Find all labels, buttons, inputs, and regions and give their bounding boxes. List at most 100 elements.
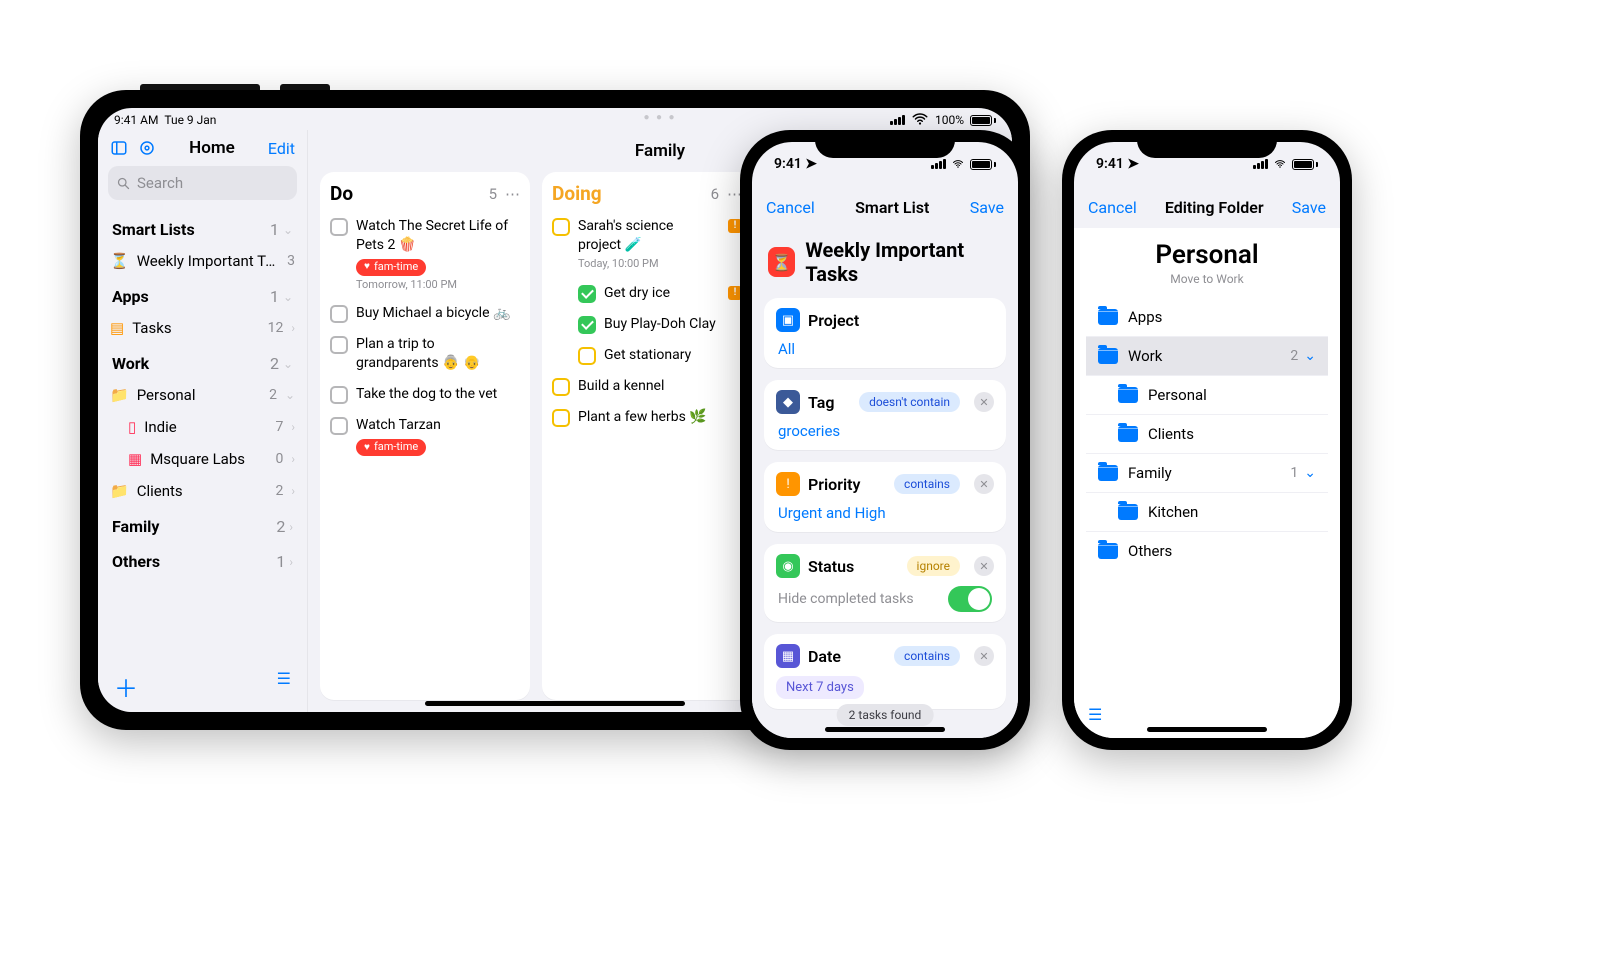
task-row[interactable]: Watch The Secret Life of Pets 2 🍿♥fam-ti… [330,211,520,298]
clear-icon[interactable]: ✕ [974,392,994,412]
section-family[interactable]: Family2› [104,507,301,542]
search-input[interactable]: Search [108,166,297,200]
hourglass-icon: ⏳ [768,247,795,277]
task-row[interactable]: Plan a trip to grandparents 👵 👴 [330,329,520,379]
battery-icon [970,115,996,126]
filter-priority[interactable]: !Prioritycontains✕ Urgent and High [764,462,1006,532]
cancel-button[interactable]: Cancel [766,198,815,217]
chevron-right-icon: › [289,555,293,569]
more-icon[interactable]: ⋯ [505,185,520,203]
iphone-smartlist: 9:41 ➤ Cancel Smart List Save ⏳Weekly Im… [740,130,1030,750]
subtask-row[interactable]: Get stationary [552,340,742,371]
folder-title[interactable]: Personal [1086,234,1328,272]
list-style-icon[interactable]: ☰ [277,669,291,704]
checkbox-checked[interactable] [578,316,596,334]
folder-icon [1118,504,1138,520]
section-others[interactable]: Others1› [104,542,301,577]
date-icon: ▦ [776,644,800,668]
clear-icon[interactable]: ✕ [974,646,994,666]
heart-icon: ♥ [364,260,370,274]
folder-icon: 📁 [110,482,129,500]
chevron-down-icon: ⌄ [1304,348,1316,364]
wifi-icon [911,110,929,131]
sidebar-item-clients[interactable]: 📁Clients2› [104,475,301,507]
add-button[interactable]: ＋ [114,669,138,704]
section-apps[interactable]: Apps1⌄ [104,277,301,312]
home-indicator[interactable] [425,701,685,706]
tag-famtime[interactable]: ♥fam-time [356,439,426,456]
cancel-button[interactable]: Cancel [1088,198,1137,217]
sidebar-item-msquare[interactable]: ▦Msquare Labs0› [104,443,301,475]
folder-icon [1118,426,1138,442]
status-time: 9:41 AM [114,113,158,127]
condition-pill[interactable]: contains [894,646,960,666]
checkbox[interactable] [330,386,348,404]
org-icon: ▦ [128,450,142,468]
location-icon: ➤ [805,156,817,172]
date-chip[interactable]: Next 7 days [776,676,864,699]
sidebar-item-indie[interactable]: ▯Indie7› [104,411,301,443]
ipad-status-bar: 9:41 AM Tue 9 Jan 100% [98,108,1012,130]
filter-project[interactable]: ▣Project All [764,298,1006,368]
cellular-icon [931,159,946,169]
tag-famtime[interactable]: ♥fam-time [356,259,426,276]
edit-button[interactable]: Edit [268,139,295,158]
filter-date[interactable]: ▦Datecontains✕ Next 7 days [764,634,1006,709]
folder-row-others[interactable]: Others [1086,531,1328,570]
checkbox[interactable] [330,218,348,236]
save-button[interactable]: Save [970,198,1004,217]
clear-icon[interactable]: ✕ [974,556,994,576]
folder-row-family[interactable]: Family1⌄ [1086,453,1328,492]
grabber-icon[interactable]: ● ● ● [643,112,676,123]
cellular-icon [890,115,905,125]
task-row[interactable]: Build a kennel [552,371,742,402]
folder-row-apps[interactable]: Apps [1086,298,1328,336]
save-button[interactable]: Save [1292,198,1326,217]
checkbox[interactable] [330,336,348,354]
home-indicator[interactable] [1147,727,1267,732]
column-title: Doing [552,182,602,205]
folder-row-work[interactable]: Work2⌄ [1086,336,1328,375]
sidebar-item-tasks[interactable]: ▤Tasks12› [104,312,301,344]
location-icon: ➤ [1127,156,1139,172]
sidebar-item-weekly-important[interactable]: ⏳Weekly Important Tasks3 [104,245,301,277]
list-style-icon[interactable]: ☰ [1088,705,1102,724]
checkbox[interactable] [552,378,570,396]
sidebar-toggle-icon[interactable] [110,139,128,157]
filter-tag[interactable]: ◆Tagdoesn't contain✕ groceries [764,380,1006,450]
folder-row-clients[interactable]: Clients [1086,414,1328,453]
task-row[interactable]: Take the dog to the vet [330,379,520,410]
home-indicator[interactable] [825,727,945,732]
hide-completed-toggle[interactable] [948,586,992,612]
filter-value[interactable]: All [776,332,994,358]
nav-title: Editing Folder [1165,198,1264,217]
section-smartlists[interactable]: Smart Lists1⌄ [104,210,301,245]
sidebar-item-personal[interactable]: 📁Personal2⌄ [104,379,301,411]
checkbox[interactable] [578,347,596,365]
task-row[interactable]: Watch Tarzan♥fam-time [330,410,520,462]
subtask-row[interactable]: Buy Play-Doh Clay [552,309,742,340]
task-row[interactable]: Plant a few herbs 🌿 [552,402,742,433]
task-row[interactable]: Sarah's science project 🧪Today, 10:00 PM [552,211,742,278]
clear-icon[interactable]: ✕ [974,474,994,494]
folder-row-kitchen[interactable]: Kitchen [1086,492,1328,531]
hide-completed-label: Hide completed tasks [778,591,914,607]
task-row[interactable]: Buy Michael a bicycle 🚲 [330,298,520,329]
filter-value[interactable]: groceries [776,414,994,440]
folder-row-personal[interactable]: Personal [1086,375,1328,414]
tag-icon: ◆ [776,390,800,414]
condition-pill[interactable]: contains [894,474,960,494]
filter-status[interactable]: ◉Statusignore✕ Hide completed tasks [764,544,1006,622]
checkbox-checked[interactable] [578,285,596,303]
folder-icon [1098,309,1118,325]
checkbox[interactable] [552,409,570,427]
checkbox[interactable] [330,417,348,435]
checkbox[interactable] [330,305,348,323]
section-work[interactable]: Work2⌄ [104,344,301,379]
settings-icon[interactable] [138,139,156,157]
condition-pill[interactable]: ignore [907,556,960,576]
checkbox[interactable] [552,218,570,236]
filter-value[interactable]: Urgent and High [776,496,994,522]
subtask-row[interactable]: Get dry ice [552,278,742,309]
condition-pill[interactable]: doesn't contain [859,392,960,412]
